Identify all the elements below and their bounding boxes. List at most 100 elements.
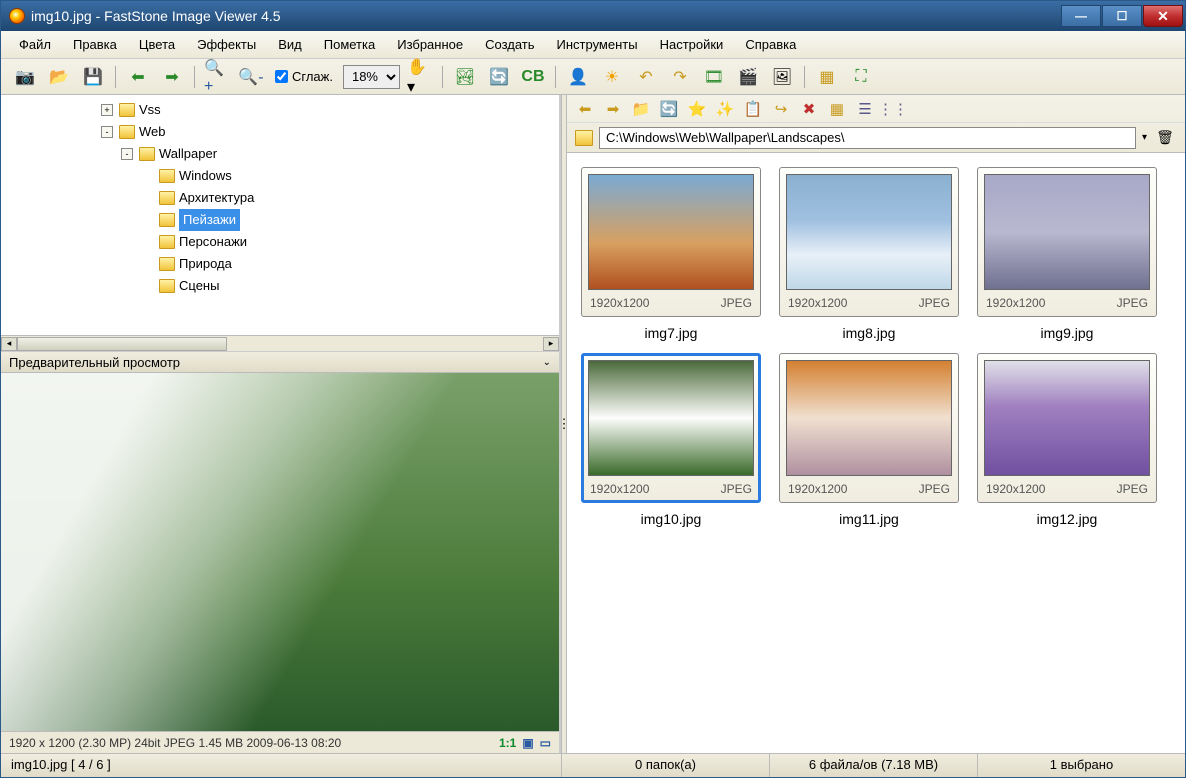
thumbnail-card[interactable]: 1920x1200JPEGimg9.jpg	[977, 167, 1157, 341]
preview-image[interactable]	[1, 373, 559, 731]
thumbnail-card[interactable]: 1920x1200JPEGimg11.jpg	[779, 353, 959, 527]
fit-width-icon[interactable]: ▭	[540, 736, 551, 750]
batch-convert-icon[interactable]: 🏞	[451, 64, 479, 90]
new-favorite-icon[interactable]: ✨	[715, 99, 735, 119]
smooth-checkbox[interactable]: Сглаж.	[275, 69, 333, 84]
preview-title: Предварительный просмотр	[9, 355, 180, 370]
status-selected: 1 выбрано	[977, 754, 1185, 777]
thumbnail-image[interactable]	[786, 174, 952, 290]
thumbnail-image[interactable]	[588, 174, 754, 290]
tree-node[interactable]: -Web	[101, 121, 555, 143]
zoom-out-icon[interactable]: 🔍-	[237, 64, 265, 90]
rotate-left-icon[interactable]: ↶	[632, 64, 660, 90]
smooth-check-input[interactable]	[275, 70, 288, 83]
wallpaper-icon[interactable]: 🖼	[768, 64, 796, 90]
tree-node[interactable]: -Wallpaper	[121, 143, 555, 165]
slideshow-icon[interactable]: 🎞	[700, 64, 728, 90]
nav-forward-icon[interactable]: ➡	[158, 64, 186, 90]
path-input[interactable]	[599, 127, 1136, 149]
folder-icon	[119, 103, 135, 117]
details-view-icon[interactable]: ☰	[855, 99, 875, 119]
thumbnail-card[interactable]: 1920x1200JPEGimg12.jpg	[977, 353, 1157, 527]
collapse-icon[interactable]: -	[101, 126, 113, 138]
menu-create[interactable]: Создать	[475, 34, 544, 55]
tree-node[interactable]: Пейзажи	[141, 209, 555, 231]
menu-file[interactable]: Файл	[9, 34, 61, 55]
zoom-1to1-icon[interactable]: 1:1	[499, 736, 516, 750]
scroll-right-icon[interactable]: ▸	[543, 337, 559, 351]
history-forward-icon[interactable]: ➡	[603, 99, 623, 119]
tree-node[interactable]: Архитектура	[141, 187, 555, 209]
history-back-icon[interactable]: ⬅	[575, 99, 595, 119]
folder-icon	[159, 235, 175, 249]
menu-tools[interactable]: Инструменты	[547, 34, 648, 55]
thumb-filename: img10.jpg	[581, 511, 761, 527]
menu-effects[interactable]: Эффекты	[187, 34, 266, 55]
move-to-icon[interactable]: ↪	[771, 99, 791, 119]
window-title: img10.jpg - FastStone Image Viewer 4.5	[31, 8, 1060, 24]
thumbnail-image[interactable]	[588, 360, 754, 476]
folder-icon	[119, 125, 135, 139]
compare-icon[interactable]: CB	[519, 64, 547, 90]
contact-sheet-icon[interactable]: 🎬	[734, 64, 762, 90]
thumbnail-card[interactable]: 1920x1200JPEGimg7.jpg	[581, 167, 761, 341]
preview-header[interactable]: Предварительный просмотр ⌄	[1, 351, 559, 373]
menu-help[interactable]: Справка	[735, 34, 806, 55]
menu-colors[interactable]: Цвета	[129, 34, 185, 55]
tree-scrollbar[interactable]: ◂ ▸	[1, 335, 559, 351]
collapse-icon[interactable]: ⌄	[543, 357, 551, 368]
acquire-icon[interactable]: 📷	[11, 64, 39, 90]
thumbnail-image[interactable]	[984, 360, 1150, 476]
nav-back-icon[interactable]: ⬅	[124, 64, 152, 90]
zoom-in-icon[interactable]: 🔍+	[203, 64, 231, 90]
thumbnail-card[interactable]: 1920x1200JPEGimg10.jpg	[581, 353, 761, 527]
layout-icon[interactable]: ▦	[813, 64, 841, 90]
fit-window-icon[interactable]: ▣	[522, 736, 533, 750]
screen-capture-icon[interactable]: 👤	[564, 64, 592, 90]
delete-icon[interactable]: ✖	[799, 99, 819, 119]
expand-icon[interactable]: +	[101, 104, 113, 116]
collapse-icon[interactable]: -	[121, 148, 133, 160]
folder-icon	[159, 169, 175, 183]
save-icon[interactable]: 💾	[79, 64, 107, 90]
thumbnail-image[interactable]	[984, 174, 1150, 290]
tree-node[interactable]: +Vss	[101, 99, 555, 121]
up-folder-icon[interactable]: 📁	[631, 99, 651, 119]
scroll-left-icon[interactable]: ◂	[1, 337, 17, 351]
list-view-icon[interactable]: ⋮⋮	[883, 99, 903, 119]
app-window: img10.jpg - FastStone Image Viewer 4.5 Ф…	[0, 0, 1186, 778]
thumbnails-view-icon[interactable]: ▦	[827, 99, 847, 119]
menu-settings[interactable]: Настройки	[650, 34, 734, 55]
fullscreen-icon[interactable]: ⛶	[847, 64, 875, 90]
tree-node[interactable]: Windows	[141, 165, 555, 187]
tree-node[interactable]: Природа	[141, 253, 555, 275]
rotate-right-icon[interactable]: ↷	[666, 64, 694, 90]
tree-node[interactable]: Сцены	[141, 275, 555, 297]
refresh-icon[interactable]: 🔄	[659, 99, 679, 119]
thumbnail-card[interactable]: 1920x1200JPEGimg8.jpg	[779, 167, 959, 341]
adjust-lighting-icon[interactable]: ☀	[598, 64, 626, 90]
batch-rename-icon[interactable]: 🔄	[485, 64, 513, 90]
menu-tag[interactable]: Пометка	[314, 34, 385, 55]
minimize-button[interactable]	[1061, 5, 1101, 27]
thumbnail-image[interactable]	[786, 360, 952, 476]
thumb-filename: img11.jpg	[779, 511, 959, 527]
titlebar[interactable]: img10.jpg - FastStone Image Viewer 4.5	[1, 1, 1185, 31]
tree-node[interactable]: Персонажи	[141, 231, 555, 253]
menu-view[interactable]: Вид	[268, 34, 312, 55]
open-folder-icon[interactable]: 📂	[45, 64, 73, 90]
zoom-select[interactable]: 18%	[343, 65, 400, 89]
folder-tree[interactable]: +Vss-Web-WallpaperWindowsАрхитектураПейз…	[1, 95, 559, 335]
favorites-icon[interactable]: ⭐	[687, 99, 707, 119]
menu-favorites[interactable]: Избранное	[387, 34, 473, 55]
menu-edit[interactable]: Правка	[63, 34, 127, 55]
hand-tool-icon[interactable]: ✋▾	[406, 64, 434, 90]
thumb-resolution: 1920x1200	[986, 482, 1045, 496]
close-button[interactable]	[1143, 5, 1183, 27]
maximize-button[interactable]	[1102, 5, 1142, 27]
copy-to-icon[interactable]: 📋	[743, 99, 763, 119]
thumbnail-grid[interactable]: 1920x1200JPEGimg7.jpg1920x1200JPEGimg8.j…	[567, 153, 1185, 753]
scroll-thumb[interactable]	[17, 337, 227, 351]
path-dropdown-icon[interactable]: ▾	[1142, 132, 1147, 143]
recycle-bin-icon[interactable]: 🗑	[1153, 129, 1177, 146]
